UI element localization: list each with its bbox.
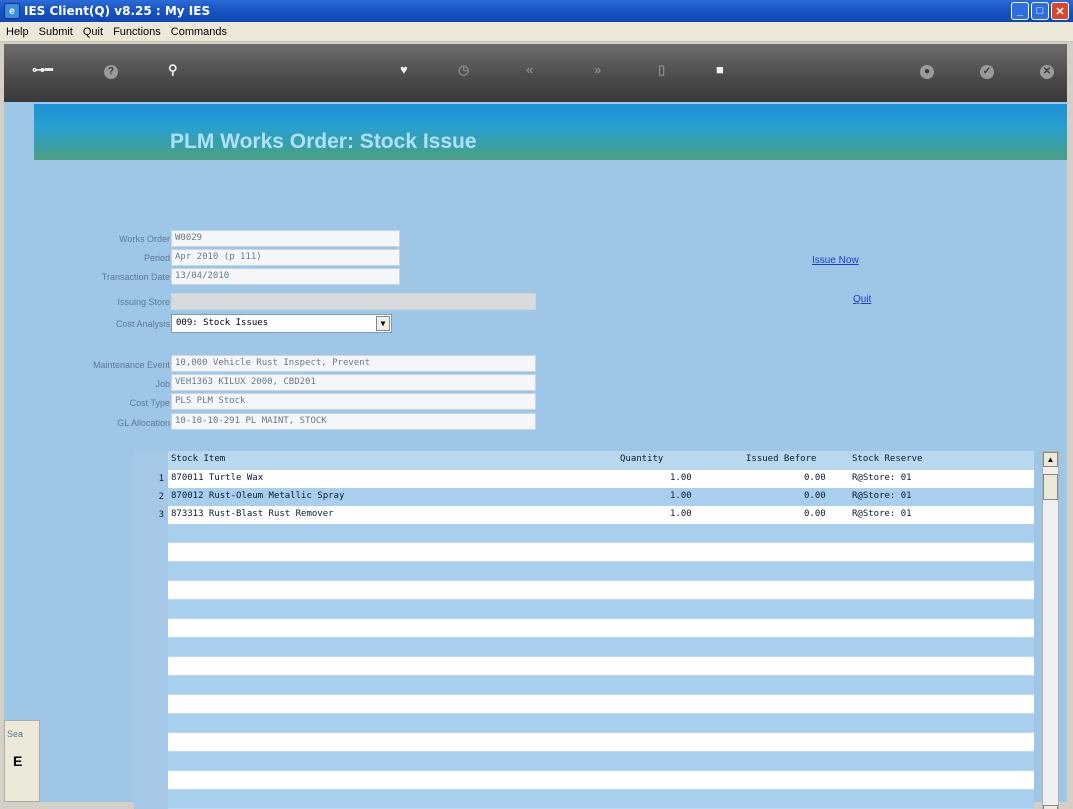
issued-before-cell: 0.00 <box>804 509 826 519</box>
row-number: 1 <box>158 474 164 484</box>
clock-icon[interactable]: ◷ <box>458 62 469 78</box>
menu-functions[interactable]: Functions <box>113 26 161 38</box>
issuing-store-label: Issuing Store <box>117 297 170 307</box>
search-dock: Sea E <box>4 720 40 802</box>
quit-link[interactable]: Quit <box>853 294 871 305</box>
cost-analysis-select[interactable]: 009: Stock Issues ▼ <box>171 314 392 333</box>
maximize-button[interactable]: □ <box>1031 2 1049 20</box>
table-row[interactable]: 873313 Rust-Blast Rust Remover 1.00 0.00… <box>168 506 1034 524</box>
menu-bar: Help Submit Quit Functions Commands <box>0 22 1073 42</box>
toolbar: ⊶━ ? ⚲ ♥ ◷ « » ▯ ■ ● ✓ ✕ <box>4 44 1067 102</box>
cost-analysis-label: Cost Analysis <box>115 319 170 329</box>
heart-icon[interactable]: ♥ <box>400 62 408 78</box>
grid-body: Stock Item Quantity Issued Before Stock … <box>168 451 1034 809</box>
empty-row[interactable] <box>168 638 1034 656</box>
column-header-issued-before[interactable]: Issued Before <box>746 454 816 464</box>
empty-row[interactable] <box>168 600 1034 618</box>
issue-now-link[interactable]: Issue Now <box>812 255 859 266</box>
maintenance-event-field[interactable]: 10,000 Vehicle Rust Inspect, Prevent <box>171 355 536 372</box>
issued-before-cell: 0.00 <box>804 491 826 501</box>
close-window-button[interactable]: ✕ <box>1051 2 1069 20</box>
stock-item-cell: 873313 Rust-Blast Rust Remover <box>171 509 334 519</box>
page-title: PLM Works Order: Stock Issue <box>170 130 477 153</box>
help-icon[interactable]: ? <box>104 62 118 79</box>
menu-commands[interactable]: Commands <box>171 26 227 38</box>
stock-reserve-cell: R@Store: 01 <box>852 473 912 483</box>
row-number: 2 <box>158 492 164 502</box>
job-label: Job <box>155 379 170 389</box>
check-icon[interactable]: ✓ <box>980 62 994 79</box>
ies-app-icon[interactable]: e <box>4 3 20 19</box>
cost-analysis-value: 009: Stock Issues <box>176 318 269 328</box>
table-row[interactable]: 870011 Turtle Wax 1.00 0.00 R@Store: 01 <box>168 470 1034 488</box>
column-header-quantity[interactable]: Quantity <box>620 454 663 464</box>
forward-icon[interactable]: » <box>594 62 601 78</box>
title-bar: e IES Client(Q) v8.25 : My IES _ □ ✕ <box>0 0 1073 22</box>
works-order-field[interactable]: W0029 <box>171 230 400 247</box>
grid-header: Stock Item Quantity Issued Before Stock … <box>168 451 1034 468</box>
key-icon[interactable]: ⊶━ <box>32 62 53 78</box>
row-number: 3 <box>158 510 164 520</box>
transaction-date-label: Transaction Date <box>101 272 170 282</box>
window-title: IES Client(Q) v8.25 : My IES <box>24 4 211 18</box>
works-order-label: Works Order <box>119 234 170 244</box>
period-label: Period <box>143 253 170 263</box>
square-icon[interactable]: ■ <box>716 62 724 78</box>
window-controls: _ □ ✕ <box>1011 2 1069 20</box>
scroll-thumb[interactable] <box>1043 474 1058 500</box>
empty-row[interactable] <box>168 657 1034 675</box>
issued-before-cell: 0.00 <box>804 473 826 483</box>
period-field[interactable]: Apr 2010 (p 111) <box>171 249 400 266</box>
stock-reserve-cell: R@Store: 01 <box>852 509 912 519</box>
empty-row[interactable] <box>168 562 1034 580</box>
grid-scrollbar[interactable]: ▲ ▼ <box>1042 451 1059 809</box>
empty-row[interactable] <box>168 676 1034 694</box>
job-field[interactable]: VEH1363 KILUX 2000, CBD201 <box>171 374 536 391</box>
close-icon[interactable]: ✕ <box>1040 62 1054 79</box>
stock-items-grid: 1 2 3 Stock Item Quantity Issued Before … <box>134 451 1034 809</box>
gl-allocation-label: GL Allocation <box>117 418 170 428</box>
menu-help[interactable]: Help <box>6 26 29 38</box>
empty-row[interactable] <box>168 619 1034 637</box>
record-icon[interactable]: ● <box>920 62 934 79</box>
cost-type-field[interactable]: PLS PLM Stock <box>171 393 536 410</box>
maintenance-event-label: Maintenance Event <box>92 360 170 370</box>
empty-row[interactable] <box>168 733 1034 751</box>
empty-row[interactable] <box>168 695 1034 713</box>
issuing-store-field[interactable] <box>171 293 536 310</box>
dock-text[interactable]: E <box>13 753 22 769</box>
empty-row[interactable] <box>168 524 1034 542</box>
main-panel: PLM Works Order: Stock Issue Works Order… <box>4 102 1067 809</box>
menu-quit[interactable]: Quit <box>83 26 103 38</box>
column-header-stock-item[interactable]: Stock Item <box>171 454 225 464</box>
minimize-button[interactable]: _ <box>1011 2 1029 20</box>
cost-type-label: Cost Type <box>129 398 170 408</box>
stop-icon[interactable]: ▯ <box>658 62 665 78</box>
scroll-down-icon[interactable]: ▼ <box>1043 805 1058 809</box>
empty-row[interactable] <box>168 714 1034 732</box>
stock-reserve-cell: R@Store: 01 <box>852 491 912 501</box>
empty-row[interactable] <box>168 771 1034 789</box>
empty-row[interactable] <box>168 543 1034 561</box>
quantity-cell: 1.00 <box>670 473 692 483</box>
empty-row[interactable] <box>168 581 1034 599</box>
row-number-column: 1 2 3 <box>134 451 168 809</box>
menu-submit[interactable]: Submit <box>39 26 73 38</box>
dock-label: Sea <box>7 729 24 739</box>
transaction-date-field[interactable]: 13/04/2010 <box>171 268 400 285</box>
stock-item-cell: 870011 Turtle Wax <box>171 473 264 483</box>
quantity-cell: 1.00 <box>670 509 692 519</box>
table-row[interactable]: 870012 Rust-Oleum Metallic Spray 1.00 0.… <box>168 488 1034 506</box>
stock-item-cell: 870012 Rust-Oleum Metallic Spray <box>171 491 345 501</box>
chevron-down-icon[interactable]: ▼ <box>376 316 390 331</box>
page-banner: PLM Works Order: Stock Issue <box>34 104 1067 160</box>
empty-row[interactable] <box>168 752 1034 770</box>
quantity-cell: 1.00 <box>670 491 692 501</box>
gl-allocation-field[interactable]: 10-10-10-291 PL MAINT, STOCK <box>171 413 536 430</box>
rewind-icon[interactable]: « <box>526 62 533 78</box>
column-header-stock-reserve[interactable]: Stock Reserve <box>852 454 922 464</box>
empty-row[interactable] <box>168 790 1034 808</box>
scroll-up-icon[interactable]: ▲ <box>1043 452 1058 467</box>
search-icon[interactable]: ⚲ <box>168 62 178 78</box>
